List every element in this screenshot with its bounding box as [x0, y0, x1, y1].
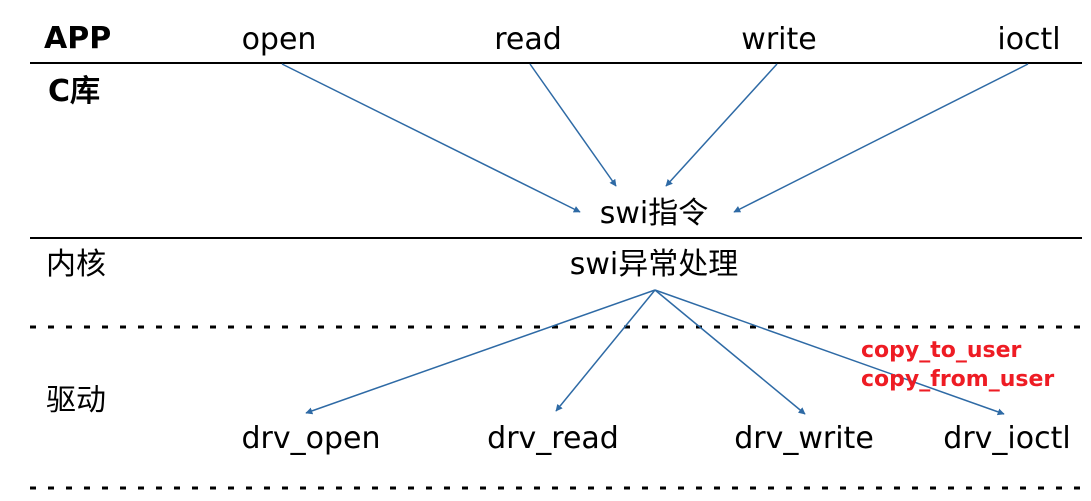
- driver-write: drv_write: [734, 421, 874, 456]
- copy-from-user-note: copy_from_user: [861, 367, 1055, 392]
- layer-label-app: APP: [44, 21, 112, 56]
- swi-instruction-label: swi指令: [599, 196, 709, 231]
- driver-read: drv_read: [487, 421, 619, 456]
- swi-handler-label: swi异常处理: [569, 247, 739, 282]
- arrow-write-to-swi: [665, 63, 778, 187]
- app-call-read: read: [494, 22, 562, 57]
- copy-to-user-note: copy_to_user: [861, 338, 1022, 363]
- app-call-write: write: [741, 22, 817, 57]
- arrow-open-to-swi: [281, 63, 581, 213]
- arrow-handler-to-drv-write: [654, 289, 806, 415]
- driver-ioctl: drv_ioctl: [943, 421, 1071, 456]
- layer-label-driver: 驱动: [46, 383, 106, 418]
- layer-label-c-lib: C库: [48, 74, 101, 109]
- driver-open: drv_open: [241, 421, 381, 456]
- layer-label-kernel: 内核: [46, 247, 106, 282]
- arrow-ioctl-to-swi: [733, 63, 1029, 213]
- app-call-open: open: [241, 22, 317, 57]
- arrow-read-to-swi: [529, 63, 617, 187]
- app-call-ioctl: ioctl: [997, 22, 1061, 57]
- arrow-handler-to-drv-open: [305, 289, 656, 415]
- syscall-diagram: APP C库 内核 驱动 open read write ioctl swi指令…: [0, 0, 1091, 501]
